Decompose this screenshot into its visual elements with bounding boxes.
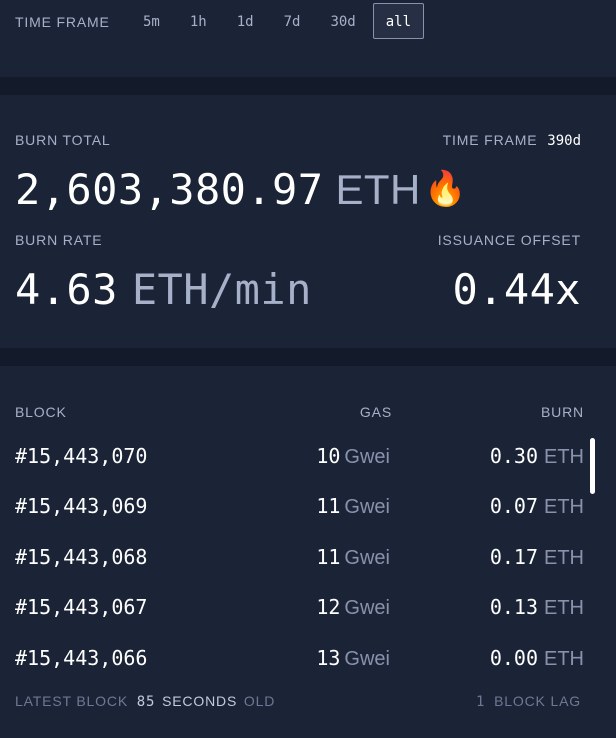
burn-total-label: BURN TOTAL [15, 132, 111, 148]
column-header-burn: BURN [540, 404, 584, 420]
gas-value: 13 [316, 646, 341, 670]
burn-unit: ETH [544, 547, 584, 569]
gas-unit: Gwei [344, 496, 390, 518]
issuance-offset-label: ISSUANCE OFFSET [437, 232, 581, 248]
block-row[interactable]: #15,443,067 12 Gwei 0.13 ETH [0, 595, 616, 635]
gas-unit: Gwei [344, 648, 390, 670]
block-row[interactable]: #15,443,069 11 Gwei 0.07 ETH [0, 494, 616, 534]
timeframe-option-5m[interactable]: 5m [130, 3, 173, 39]
burn-unit: ETH [544, 496, 584, 518]
issuance-offset-value: 0.44x [452, 265, 581, 314]
burn-rate-unit: ETH/min [131, 265, 312, 314]
burn-unit: ETH [544, 648, 584, 670]
burn-rate-label: BURN RATE [15, 232, 103, 248]
block-number: #15,443,069 [15, 494, 148, 518]
burn-unit: ETH [544, 446, 584, 468]
timeframe-option-7d[interactable]: 7d [271, 3, 314, 39]
burn-total-value: 2,603,380.97 [15, 165, 324, 214]
block-number: #15,443,066 [15, 646, 148, 670]
burn-value: 0.13 [489, 595, 538, 619]
column-header-gas: GAS [359, 404, 392, 420]
block-lag: 1 BLOCK LAG [476, 693, 581, 710]
burn-value: 0.30 [489, 444, 538, 468]
block-lag-label: BLOCK LAG [494, 693, 581, 709]
burn-value: 0.07 [489, 494, 538, 518]
timeframe-label: TIME FRAME [15, 14, 110, 30]
gas-unit: Gwei [344, 446, 390, 468]
timeframe-bar: TIME FRAME 5m 1h 1d 7d 30d all [0, 0, 616, 77]
latest-block-old-label: OLD [243, 693, 276, 709]
burn-total: 2,603,380.97 ETH [15, 165, 421, 214]
block-row[interactable]: #15,443,068 11 Gwei 0.17 ETH [0, 545, 616, 585]
block-lag-count: 1 [476, 694, 486, 710]
timeframe-option-all[interactable]: all [372, 3, 425, 39]
gas-value: 10 [316, 444, 341, 468]
burn-unit: ETH [544, 597, 584, 619]
gas-value: 12 [316, 595, 341, 619]
block-number: #15,443,067 [15, 595, 148, 619]
block-number: #15,443,070 [15, 444, 148, 468]
burn-timeframe-value: 390d [547, 133, 581, 149]
burn-timeframe: TIME FRAME 390d [443, 132, 581, 149]
scrollbar-thumb[interactable] [590, 438, 595, 494]
timeframe-options: 5m 1h 1d 7d 30d all [130, 3, 428, 39]
burn-value: 0.17 [489, 545, 538, 569]
fire-icon: 🔥 [424, 170, 467, 208]
gas-unit: Gwei [344, 597, 390, 619]
timeframe-option-1h[interactable]: 1h [177, 3, 220, 39]
burn-value: 0.00 [489, 646, 538, 670]
block-row[interactable]: #15,443,066 13 Gwei 0.00 ETH [0, 646, 616, 686]
timeframe-option-1d[interactable]: 1d [224, 3, 267, 39]
timeframe-option-30d[interactable]: 30d [317, 3, 368, 39]
latest-block-label: LATEST BLOCK [15, 693, 129, 709]
latest-block-age: LATEST BLOCK 85 SECONDS OLD [15, 693, 275, 710]
burn-timeframe-label: TIME FRAME [442, 132, 538, 148]
column-header-block: BLOCK [15, 404, 67, 420]
gas-unit: Gwei [344, 547, 390, 569]
burn-rate: 4.63 ETH/min [15, 265, 312, 314]
block-number: #15,443,068 [15, 545, 148, 569]
latest-block-seconds-label: SECONDS [162, 693, 238, 709]
burn-rate-value: 4.63 [15, 265, 118, 314]
burn-total-unit: ETH [335, 166, 421, 213]
latest-block-seconds: 85 [136, 694, 156, 710]
burn-summary-card: BURN TOTAL TIME FRAME 390d 2,603,380.97 E… [0, 95, 616, 348]
gas-value: 11 [316, 494, 341, 518]
gas-value: 11 [316, 545, 341, 569]
block-row[interactable]: #15,443,070 10 Gwei 0.30 ETH [0, 444, 616, 484]
